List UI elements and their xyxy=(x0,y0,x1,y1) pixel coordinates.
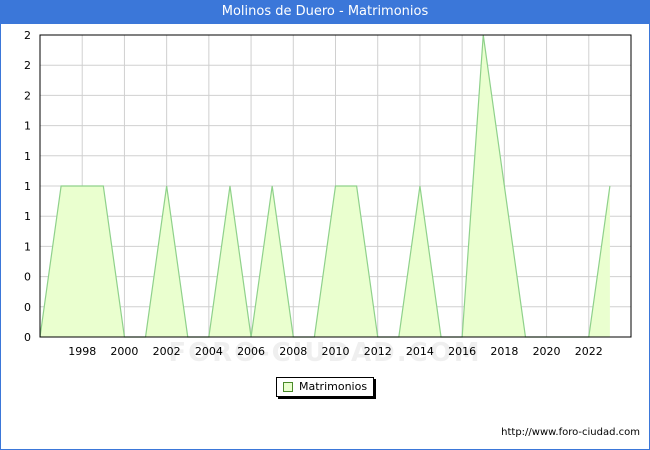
y-tick-label: 1 xyxy=(24,210,31,223)
legend-label: Matrimonios xyxy=(299,380,368,393)
y-tick-label: 1 xyxy=(24,150,31,163)
y-tick-label: 2 xyxy=(24,59,31,72)
legend: Matrimonios xyxy=(276,377,374,397)
y-tick-label: 2 xyxy=(24,29,31,42)
y-tick-labels: 00011111222 xyxy=(24,29,31,344)
source-url[interactable]: http://www.foro-ciudad.com xyxy=(501,427,640,438)
y-tick-label: 0 xyxy=(24,271,31,284)
y-tick-label: 2 xyxy=(24,89,31,102)
y-tick-label: 0 xyxy=(24,301,31,314)
watermark: FORO-CIUDAD.COM xyxy=(168,338,482,368)
y-tick-label: 1 xyxy=(24,180,31,193)
legend-swatch xyxy=(283,382,293,392)
y-tick-label: 1 xyxy=(24,120,31,133)
y-tick-label: 1 xyxy=(24,240,31,253)
